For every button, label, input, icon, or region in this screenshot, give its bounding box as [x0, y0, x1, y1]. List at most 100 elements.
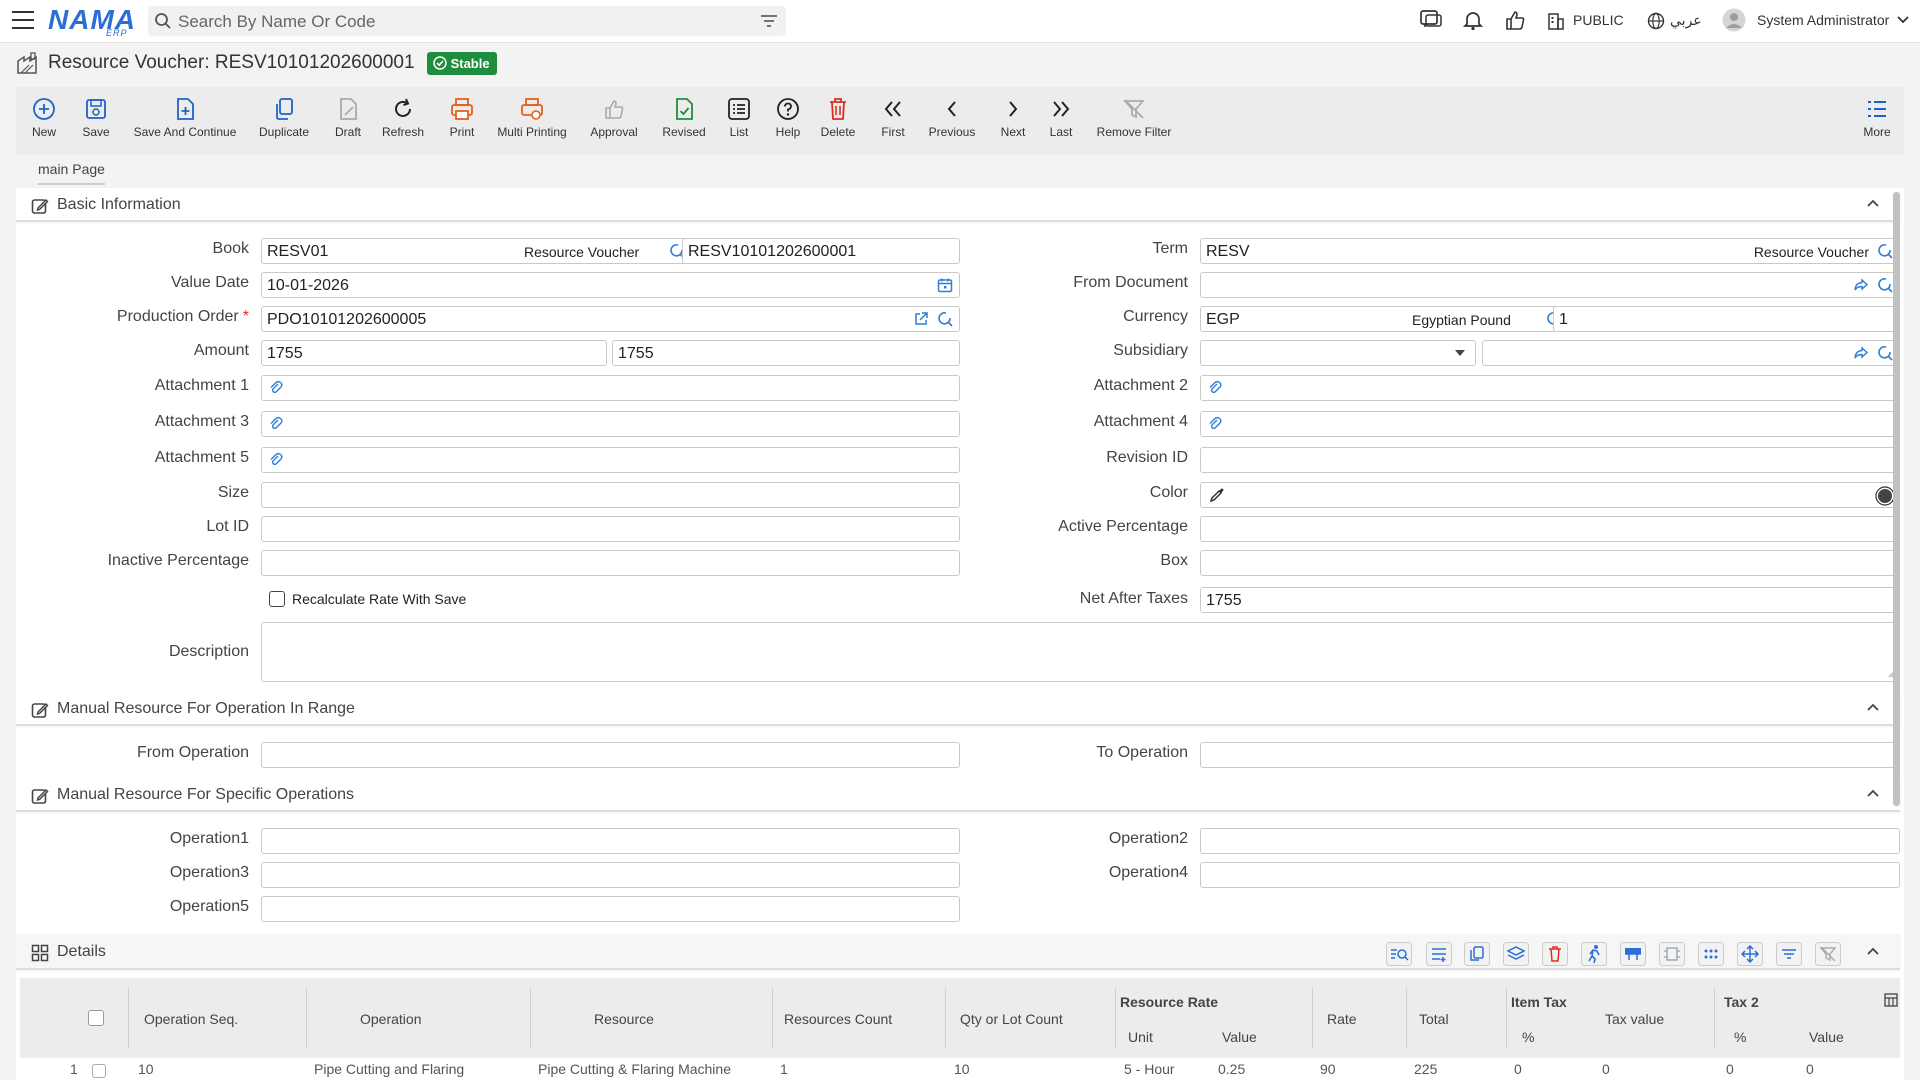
paperclip-icon[interactable]: [1207, 416, 1223, 432]
dropdown-caret-icon[interactable]: [1455, 350, 1465, 356]
next-button[interactable]: Next: [998, 95, 1028, 139]
book-code-field[interactable]: RESV10101202600001: [682, 238, 960, 264]
revised-button[interactable]: Revised: [658, 95, 710, 139]
refresh-button[interactable]: Refresh: [378, 95, 428, 139]
attachment-5-field[interactable]: [261, 447, 960, 473]
grid-filter-icon[interactable]: [1776, 942, 1802, 966]
col-tax-value[interactable]: Tax value: [1605, 1011, 1664, 1027]
remove-filter-button[interactable]: Remove Filter: [1094, 95, 1174, 139]
value-date-field[interactable]: 10-01-2026: [261, 272, 960, 298]
chevron-up-icon[interactable]: [1866, 946, 1880, 956]
box-field[interactable]: [1200, 550, 1900, 576]
color-swatch[interactable]: [1875, 486, 1895, 506]
multi-printing-button[interactable]: Multi Printing: [494, 95, 570, 139]
run-icon[interactable]: [1581, 942, 1607, 966]
paperclip-icon[interactable]: [268, 380, 284, 396]
table-settings-icon[interactable]: [1620, 942, 1646, 966]
select-all-checkbox[interactable]: [88, 1010, 104, 1026]
recalculate-rate-checkbox[interactable]: Recalculate Rate With Save: [269, 591, 466, 607]
chat-icon[interactable]: [1419, 9, 1443, 31]
tab-main-page[interactable]: main Page: [38, 161, 105, 185]
col-resource[interactable]: Resource: [594, 1011, 654, 1027]
col-value[interactable]: Value: [1222, 1029, 1257, 1045]
from-operation-field[interactable]: [261, 742, 960, 768]
row-checkbox[interactable]: [92, 1064, 106, 1078]
section-operation-range[interactable]: Manual Resource For Operation In Range: [16, 692, 1900, 726]
lookup-icon[interactable]: [1877, 277, 1893, 293]
lookup-icon[interactable]: [937, 311, 953, 327]
last-button[interactable]: Last: [1046, 95, 1076, 139]
share-icon[interactable]: [1853, 277, 1869, 293]
currency-rate-field[interactable]: 1: [1553, 306, 1900, 332]
attachment-2-field[interactable]: [1200, 375, 1900, 401]
grid-filter-off-icon[interactable]: [1815, 942, 1841, 966]
draft-button[interactable]: Draft: [330, 95, 366, 139]
eyedropper-icon[interactable]: [1209, 487, 1225, 503]
description-textarea[interactable]: [261, 622, 1900, 682]
operation5-field[interactable]: [261, 896, 960, 922]
find-icon[interactable]: [1386, 942, 1412, 966]
col-operation[interactable]: Operation: [360, 1011, 421, 1027]
move-icon[interactable]: [1737, 942, 1763, 966]
active-percentage-field[interactable]: [1200, 516, 1900, 542]
logo[interactable]: NAMA ERP: [48, 4, 136, 38]
col-resources-count[interactable]: Resources Count: [784, 1011, 892, 1027]
language-toggle[interactable]: عربي: [1670, 12, 1702, 29]
delete-row-icon[interactable]: [1542, 942, 1568, 966]
col-item-tax-pct[interactable]: %: [1522, 1029, 1534, 1045]
column-chooser-icon[interactable]: [1884, 993, 1898, 1007]
chevron-up-icon[interactable]: [1866, 198, 1880, 208]
add-row-icon[interactable]: [1426, 942, 1452, 966]
col-rate[interactable]: Rate: [1327, 1011, 1357, 1027]
copy-row-icon[interactable]: [1464, 942, 1490, 966]
user-name[interactable]: System Administrator: [1757, 12, 1889, 28]
lookup-icon[interactable]: [1877, 345, 1893, 361]
section-details[interactable]: Details: [16, 934, 1900, 970]
vertical-scrollbar[interactable]: [1893, 192, 1900, 806]
subsidiary-select[interactable]: [1200, 340, 1476, 366]
previous-button[interactable]: Previous: [926, 95, 978, 139]
lookup-icon[interactable]: [1877, 243, 1893, 259]
checkbox-box[interactable]: [269, 591, 285, 607]
save-button[interactable]: Save: [76, 95, 116, 139]
share-icon[interactable]: [1853, 345, 1869, 361]
calendar-icon[interactable]: [937, 277, 953, 293]
inactive-percentage-field[interactable]: [261, 550, 960, 576]
attachment-1-field[interactable]: [261, 375, 960, 401]
scope-label[interactable]: PUBLIC: [1573, 12, 1624, 28]
print-button[interactable]: Print: [444, 95, 480, 139]
menu-icon[interactable]: [12, 11, 34, 29]
operation1-field[interactable]: [261, 828, 960, 854]
to-operation-field[interactable]: [1200, 742, 1900, 768]
dots-grid-icon[interactable]: [1698, 942, 1724, 966]
revision-id-field[interactable]: [1200, 447, 1900, 473]
col-operation-seq[interactable]: Operation Seq.: [144, 1011, 238, 1027]
globe-icon[interactable]: [1647, 12, 1665, 30]
table-row[interactable]: 1 10 Pipe Cutting and Flaring Pipe Cutti…: [20, 1058, 1900, 1080]
paperclip-icon[interactable]: [268, 416, 284, 432]
layers-icon[interactable]: [1503, 942, 1529, 966]
save-and-continue-button[interactable]: Save And Continue: [130, 95, 240, 139]
section-basic-information[interactable]: Basic Information: [16, 188, 1900, 222]
color-field[interactable]: [1200, 482, 1900, 508]
subsidiary-detail-field[interactable]: [1482, 340, 1900, 366]
approval-button[interactable]: Approval: [586, 95, 642, 139]
list-button[interactable]: List: [724, 95, 754, 139]
operation3-field[interactable]: [261, 862, 960, 888]
chevron-down-icon[interactable]: [1897, 16, 1909, 24]
section-specific-operations[interactable]: Manual Resource For Specific Operations: [16, 778, 1900, 812]
bell-icon[interactable]: [1462, 9, 1484, 31]
delete-button[interactable]: Delete: [818, 95, 858, 139]
external-link-icon[interactable]: [913, 311, 929, 327]
lot-id-field[interactable]: [261, 516, 960, 542]
attachment-4-field[interactable]: [1200, 411, 1900, 437]
attachment-3-field[interactable]: [261, 411, 960, 437]
production-order-field[interactable]: PDO10101202600005: [261, 306, 960, 332]
search-box[interactable]: Search By Name Or Code: [148, 6, 786, 36]
paperclip-icon[interactable]: [1207, 380, 1223, 396]
col-tax2-pct[interactable]: %: [1734, 1029, 1746, 1045]
chevron-up-icon[interactable]: [1866, 702, 1880, 712]
filter-icon[interactable]: [760, 13, 778, 29]
chevron-up-icon[interactable]: [1866, 788, 1880, 798]
net-after-taxes-field[interactable]: 1755: [1200, 587, 1900, 613]
